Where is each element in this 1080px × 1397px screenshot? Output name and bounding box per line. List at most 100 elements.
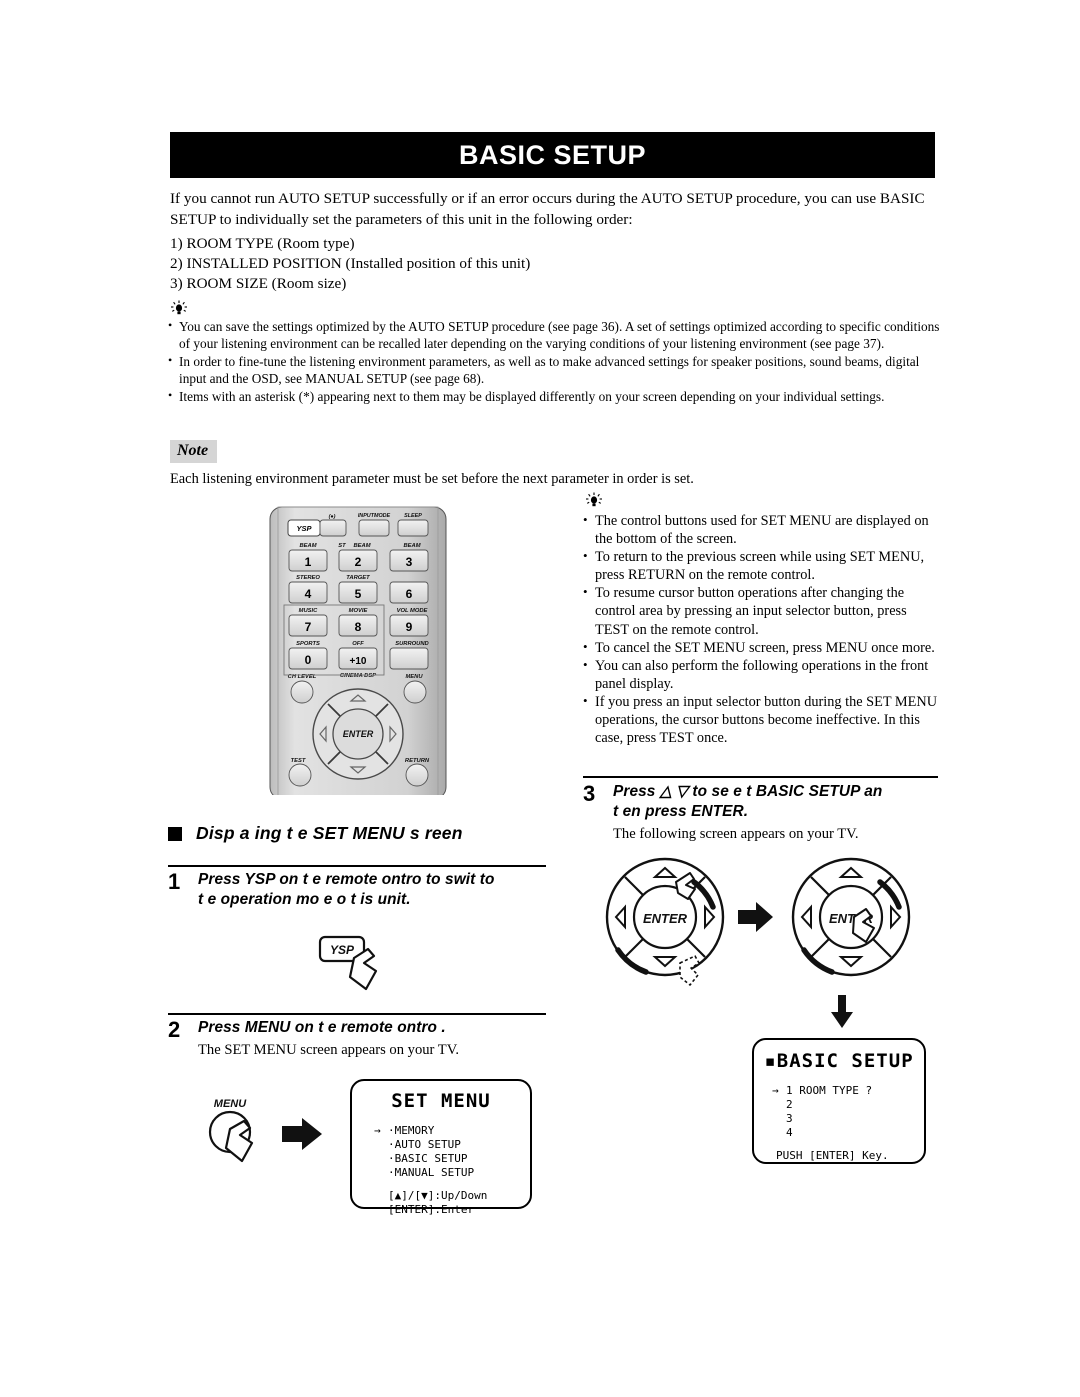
osd-item: ·AUTO SETUP xyxy=(388,1138,461,1151)
step-subtext: The following screen appears on your TV. xyxy=(613,826,859,842)
tip-bulb-icon xyxy=(168,300,190,316)
bullet-square-icon xyxy=(168,826,182,841)
svg-text:CINEMA DSP: CINEMA DSP xyxy=(340,673,376,679)
svg-text:7: 7 xyxy=(305,620,312,634)
step-heading-line2: t en press ENTER. xyxy=(613,803,749,820)
manual-page: BASIC SETUP If you cannot run AUTO SETUP… xyxy=(0,0,1080,1397)
svg-text:8: 8 xyxy=(355,620,362,634)
svg-text:INPUTMODE: INPUTMODE xyxy=(358,513,391,519)
osd-row: 4 xyxy=(786,1126,793,1139)
step-number: 2 xyxy=(168,1017,181,1042)
osd-row: 3 xyxy=(786,1112,793,1125)
osd-row: 2 xyxy=(786,1098,793,1111)
osd-footer: PUSH [ENTER] Key. xyxy=(776,1149,889,1162)
svg-text:STEREO: STEREO xyxy=(296,575,320,581)
intro-paragraph: If you cannot run AUTO SETUP successfull… xyxy=(170,190,925,228)
arrow-right-icon xyxy=(282,1118,322,1150)
tip-bulb-icon xyxy=(583,492,605,508)
tip-item: To return to the previous screen while u… xyxy=(583,547,943,584)
tip-item: In order to fine-tune the listening envi… xyxy=(168,352,940,388)
step-number: 3 xyxy=(583,781,596,806)
tip-item: Items with an asterisk (*) appearing nex… xyxy=(168,387,940,405)
divider-step1 xyxy=(168,865,546,868)
tip-item: If you press an input selector button du… xyxy=(583,692,943,747)
step-number: 1 xyxy=(168,869,181,894)
osd-cursor: → xyxy=(374,1124,381,1137)
svg-text:YSP: YSP xyxy=(296,524,312,533)
enter-label: ENTER xyxy=(643,911,688,926)
osd-footer-line: [ENTER]:Enter xyxy=(388,1203,475,1216)
menu-button-label: MENU xyxy=(214,1098,247,1110)
note-badge: Note xyxy=(170,440,218,464)
tip-item: To resume cursor button operations after… xyxy=(583,583,943,638)
svg-text:BEAM: BEAM xyxy=(403,543,420,549)
tip-item: To cancel the SET MENU screen, press MEN… xyxy=(583,638,943,657)
svg-text:ENTER: ENTER xyxy=(343,729,374,739)
svg-text:0: 0 xyxy=(305,653,312,667)
step-heading: Press MENU on t e remote ontro . xyxy=(198,1019,446,1036)
svg-text:RETURN: RETURN xyxy=(405,758,430,764)
svg-text:6: 6 xyxy=(406,587,413,601)
section-heading: Disp a ing t e SET MENU s reen xyxy=(168,823,553,844)
ysp-button-label: YSP xyxy=(330,943,355,957)
arrow-right-icon xyxy=(738,902,773,932)
svg-text:(●): (●) xyxy=(329,514,336,520)
svg-text:9: 9 xyxy=(406,620,413,634)
svg-text:OFF: OFF xyxy=(352,641,364,647)
tip-item: The control buttons used for SET MENU ar… xyxy=(583,511,943,548)
osd-basic-setup: ▪BASIC SETUP → 1 ROOM TYPE ? 2 3 4 PUSH … xyxy=(752,1038,926,1164)
svg-text:TARGET: TARGET xyxy=(346,575,370,581)
svg-text:MOVIE: MOVIE xyxy=(349,608,369,614)
step-2: 2 Press MENU on t e remote ontro . The S… xyxy=(168,1018,550,1060)
arrow-down-icon xyxy=(830,995,854,1034)
svg-text:SLEEP: SLEEP xyxy=(404,513,422,519)
osd-title: SET MENU xyxy=(391,1090,491,1112)
section-heading-text: Disp a ing t e SET MENU s reen xyxy=(196,823,463,843)
step-heading-line1: Press △ ▽ to se e t BASIC SETUP an xyxy=(613,783,883,800)
osd-row: 1 ROOM TYPE ? xyxy=(786,1084,873,1097)
svg-text:ST: ST xyxy=(338,543,346,549)
ysp-button-press-illustration: YSP xyxy=(318,935,408,1005)
svg-text:4: 4 xyxy=(305,587,312,601)
note-text: Each listening environment parameter mus… xyxy=(170,471,694,487)
svg-text:BEAM: BEAM xyxy=(353,543,370,549)
svg-text:SURROUND: SURROUND xyxy=(395,641,429,647)
step-3: 3 Press △ ▽ to se e t BASIC SETUP an t e… xyxy=(583,782,941,844)
osd-set-menu: SET MENU → ·MEMORY ·AUTO SETUP ·BASIC SE… xyxy=(350,1079,532,1216)
setup-order-item: 3) ROOM SIZE (Room size) xyxy=(170,275,347,292)
tip-item: You can also perform the following opera… xyxy=(583,656,943,693)
step-1: 1 Press YSP on t e remote ontro to swit … xyxy=(168,870,550,910)
svg-text:5: 5 xyxy=(355,587,362,601)
step-heading-line1: Press YSP on t e remote ontro to swit to xyxy=(198,871,495,888)
svg-text:TEST: TEST xyxy=(291,758,306,764)
svg-text:VOL MODE: VOL MODE xyxy=(397,608,429,614)
svg-text:BEAM: BEAM xyxy=(299,543,316,549)
cursor-pad-sequence: ENTER ENTER xyxy=(598,855,928,1005)
osd-item: ·BASIC SETUP xyxy=(388,1152,468,1165)
setup-order-item: 1) ROOM TYPE (Room type) xyxy=(170,235,355,252)
setup-order-item: 2) INSTALLED POSITION (Installed positio… xyxy=(170,255,531,272)
osd-item: ·MANUAL SETUP xyxy=(388,1166,475,1179)
tip-item: You can save the settings optimized by t… xyxy=(168,317,940,353)
step-subtext: The SET MENU screen appears on your TV. xyxy=(198,1042,460,1058)
svg-text:MENU: MENU xyxy=(405,674,423,680)
svg-text:2: 2 xyxy=(355,555,362,569)
svg-text:+10: +10 xyxy=(350,656,367,667)
tips-block-right: The control buttons used for SET MENU ar… xyxy=(583,492,943,747)
divider-step3 xyxy=(583,776,938,779)
page-title: BASIC SETUP xyxy=(170,132,935,178)
menu-button-press-illustration: MENU xyxy=(200,1095,330,1180)
svg-text:SPORTS: SPORTS xyxy=(296,641,320,647)
osd-cursor: → xyxy=(772,1084,779,1097)
setup-order-list: 1) ROOM TYPE (Room type) 2) INSTALLED PO… xyxy=(170,234,938,294)
divider-step2 xyxy=(168,1013,546,1016)
osd-title: ▪BASIC SETUP xyxy=(764,1050,914,1072)
svg-text:1: 1 xyxy=(305,555,312,569)
step-heading-line2: t e operation mo e o t is unit. xyxy=(198,891,411,908)
osd-item: ·MEMORY xyxy=(388,1124,435,1137)
tips-block-main: You can save the settings optimized by t… xyxy=(168,300,940,405)
svg-text:3: 3 xyxy=(406,555,413,569)
osd-footer-line: [▲]/[▼]:Up/Down xyxy=(388,1189,488,1202)
remote-control-illustration: (●) INPUTMODE SLEEP YSP BEAM ST BEAM BEA… xyxy=(262,505,462,800)
svg-text:MUSIC: MUSIC xyxy=(299,608,318,614)
